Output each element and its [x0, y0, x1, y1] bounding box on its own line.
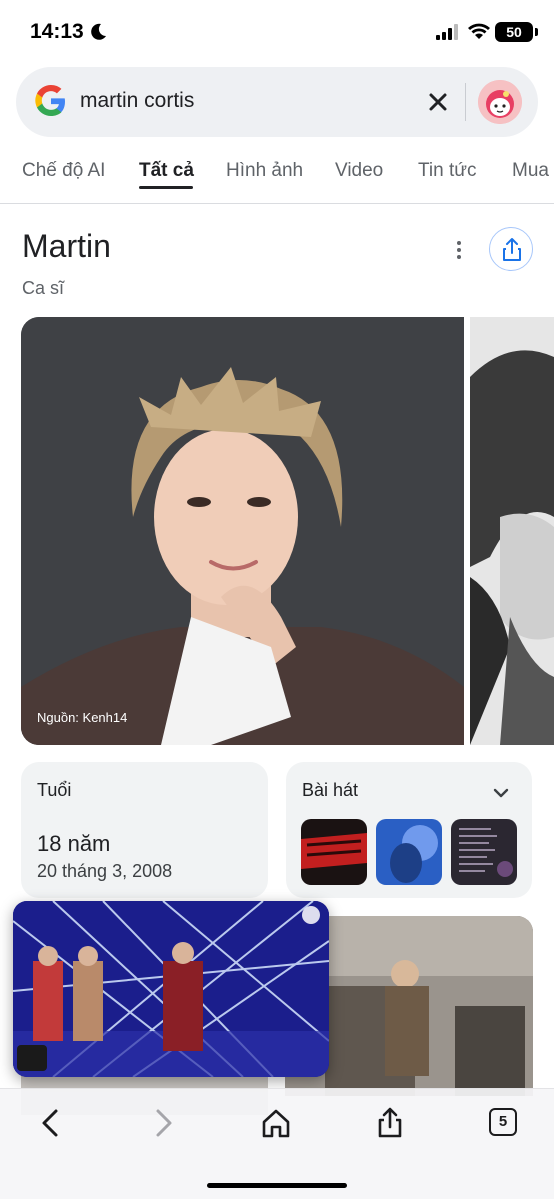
share-icon[interactable]	[374, 1107, 406, 1139]
home-indicator	[207, 1183, 347, 1188]
search-tabs: Chế độ AI Tất cả Hình ảnh Video Tin tức …	[0, 150, 554, 204]
tab-shopping[interactable]: Mua	[512, 160, 549, 182]
blue-album-art	[376, 819, 442, 885]
songs-card[interactable]: Bài hát	[286, 762, 532, 898]
more-options-icon[interactable]	[449, 238, 469, 262]
secondary-photo[interactable]	[470, 317, 554, 745]
search-divider	[465, 83, 466, 121]
song-thumbnail[interactable]	[301, 819, 367, 885]
avatar[interactable]	[478, 80, 522, 124]
battery-level: 50	[506, 24, 522, 40]
age-card[interactable]: Tuổi 18 năm 20 tháng 3, 2008	[21, 762, 268, 898]
chevron-down-icon[interactable]	[490, 782, 512, 804]
redred-album-art	[301, 819, 367, 885]
back-icon[interactable]	[35, 1107, 67, 1139]
photo-caption: Nguồn: Kenh14	[37, 710, 128, 725]
forward-icon[interactable]	[147, 1107, 179, 1139]
active-tab-indicator	[139, 186, 193, 189]
tab-all[interactable]: Tất cả	[139, 160, 194, 182]
main-photo[interactable]	[21, 317, 464, 745]
home-icon[interactable]	[260, 1107, 292, 1139]
stage-performance-video	[13, 901, 329, 1077]
age-label: Tuổi	[37, 780, 72, 800]
portrait-image	[21, 317, 464, 745]
picture-in-picture-video[interactable]	[13, 901, 329, 1077]
song-thumbnail[interactable]	[376, 819, 442, 885]
tab-news[interactable]: Tin tức	[418, 160, 476, 182]
battery-icon: 50	[495, 22, 533, 42]
tracklist-album-art	[451, 819, 517, 885]
song-thumbnail[interactable]	[451, 819, 517, 885]
moon-icon	[91, 23, 106, 40]
wifi-icon	[468, 23, 490, 39]
age-value: 18 năm	[37, 831, 111, 856]
status-bar: 14:13 50	[0, 0, 554, 62]
entity-title: Martin	[22, 228, 111, 264]
battery-tip	[535, 28, 538, 36]
tabs-button[interactable]: 5	[489, 1108, 517, 1136]
tab-ai-mode[interactable]: Chế độ AI	[22, 160, 105, 182]
status-time: 14:13	[30, 20, 84, 43]
songs-label: Bài hát	[302, 780, 359, 800]
cellular-signal-icon	[436, 24, 458, 40]
bw-portrait-image	[470, 317, 554, 745]
tab-video[interactable]: Video	[335, 160, 383, 182]
avatar-illustration-icon	[478, 80, 522, 124]
google-logo-icon	[35, 85, 65, 116]
share-icon	[503, 238, 521, 261]
tab-images[interactable]: Hình ảnh	[226, 160, 303, 182]
birth-date: 20 tháng 3, 2008	[37, 861, 173, 881]
share-button[interactable]	[489, 227, 533, 271]
close-icon[interactable]	[424, 88, 452, 116]
search-bar[interactable]: martin cortis	[16, 67, 538, 137]
entity-subtitle: Ca sĩ	[22, 278, 65, 298]
search-input[interactable]: martin cortis	[80, 89, 194, 113]
